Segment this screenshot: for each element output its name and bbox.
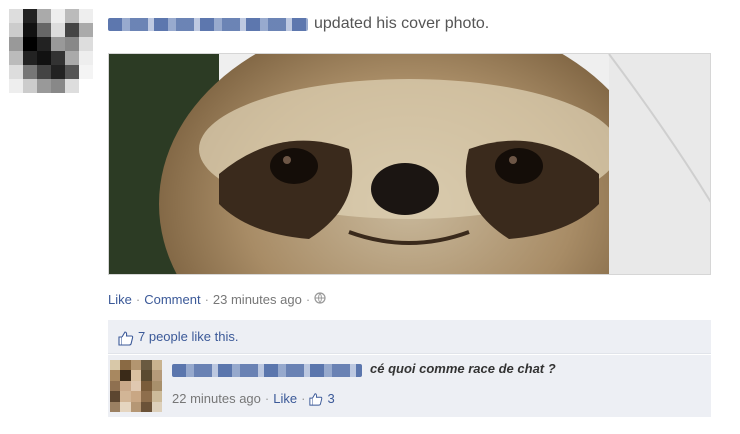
- cover-photo[interactable]: [108, 53, 711, 275]
- separator-dot: ·: [301, 391, 306, 406]
- separator-dot: ·: [264, 391, 270, 406]
- comment-link[interactable]: Comment: [144, 292, 200, 307]
- commenter-name-blurred[interactable]: [172, 364, 362, 377]
- thumbs-up-icon[interactable]: [309, 392, 323, 406]
- story-actions: Like · Comment · 23 minutes ago ·: [108, 292, 326, 307]
- story-headline: updated his cover photo.: [108, 12, 489, 36]
- comment-like-count[interactable]: 3: [327, 391, 334, 406]
- story-timestamp[interactable]: 23 minutes ago: [213, 292, 302, 307]
- likes-summary-text[interactable]: 7 people like this.: [138, 329, 238, 344]
- comment-like-link[interactable]: Like: [273, 391, 297, 406]
- comment-item: cé quoi comme race de chat ? 22 minutes …: [108, 355, 711, 417]
- separator-dot: ·: [305, 292, 311, 307]
- story-action-text: updated his cover photo.: [314, 15, 490, 32]
- comment-timestamp[interactable]: 22 minutes ago: [172, 391, 261, 406]
- poster-avatar[interactable]: [9, 9, 93, 93]
- like-link[interactable]: Like: [108, 292, 132, 307]
- poster-name-blurred[interactable]: [108, 17, 308, 31]
- comment-meta: 22 minutes ago · Like · 3: [172, 391, 335, 406]
- separator-dot: ·: [204, 292, 209, 307]
- comment-text: cé quoi comme race de chat ?: [370, 361, 556, 376]
- separator-dot: ·: [135, 292, 141, 307]
- like-summary-bar: 7 people like this.: [108, 320, 711, 354]
- globe-icon[interactable]: [314, 292, 326, 307]
- sloth-photo: [109, 54, 710, 274]
- commenter-avatar[interactable]: [110, 360, 162, 412]
- thumbs-up-icon: [118, 330, 134, 346]
